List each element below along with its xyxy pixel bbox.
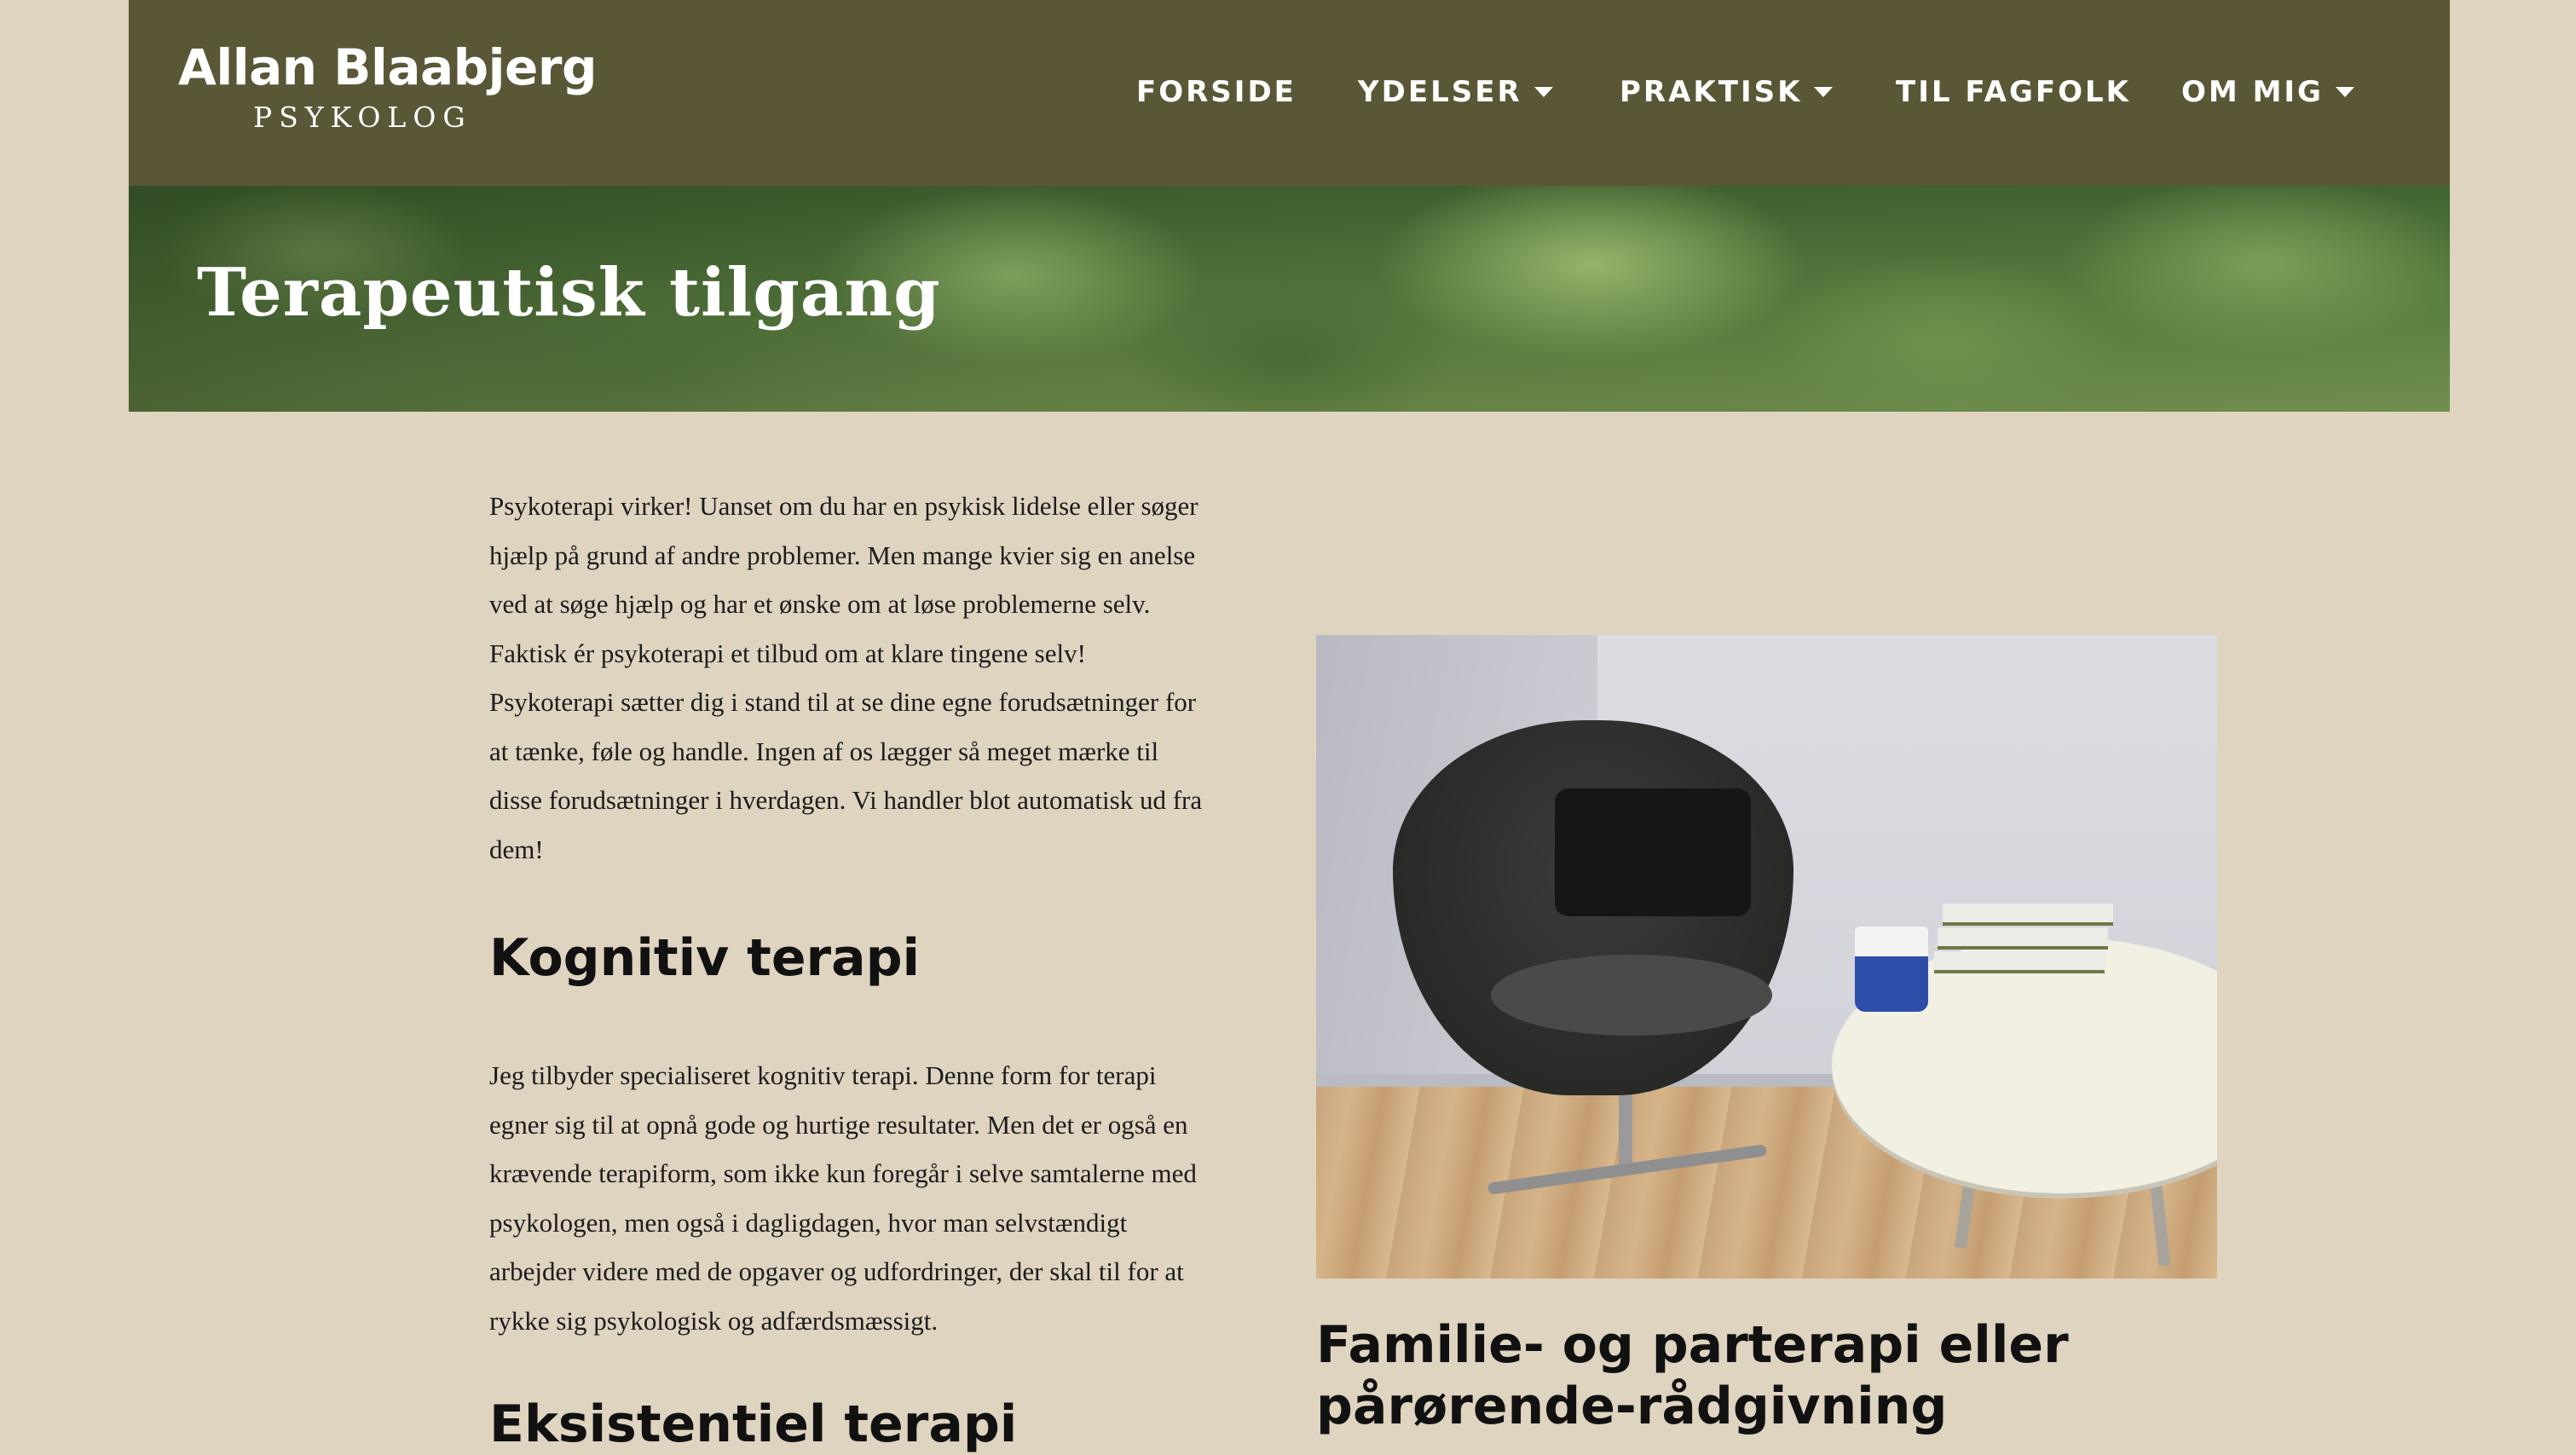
photo-book	[1943, 904, 2113, 926]
hero-banner: Terapeutisk tilgang	[129, 186, 2450, 412]
photo-chair-seat	[1491, 955, 1772, 1036]
photo-cup	[1855, 927, 1928, 1012]
section-paragraph-kognitiv-terapi: Jeg tilbyder specialiseret kognitiv tera…	[489, 1060, 1197, 1336]
nav-label: PRAKTISK	[1620, 75, 1803, 109]
chevron-down-icon	[1533, 87, 1553, 97]
section-heading-familie-parterapi: Familie- og parterapi eller pårørende-rå…	[1316, 1315, 2069, 1436]
top-navigation-bar: Allan Blaabjerg PSYKOLOG FORSIDE YDELSER…	[129, 0, 2450, 186]
section-heading-kognitiv-terapi: Kognitiv terapi	[489, 928, 921, 988]
nav-label: YDELSER	[1358, 75, 1522, 109]
photo-book	[1938, 927, 2108, 950]
main-nav: FORSIDE YDELSER PRAKTISK TIL FAGFOLK OM …	[129, 75, 2450, 113]
photo-pillow	[1555, 788, 1751, 916]
nav-item-til-fagfolk[interactable]: TIL FAGFOLK	[1896, 75, 2131, 109]
nav-label: OM MIG	[2181, 75, 2324, 109]
chevron-down-icon	[2335, 87, 2354, 97]
section-heading-eksistentiel-terapi: Eksistentiel terapi	[489, 1394, 1018, 1454]
photo-books	[1934, 904, 2113, 984]
page-title: Terapeutisk tilgang	[197, 254, 941, 332]
main-content: Psykoterapi virker! Uanset om du har en …	[489, 482, 1205, 1454]
nav-item-ydelser[interactable]: YDELSER	[1358, 75, 1553, 109]
intro-paragraph: Psykoterapi virker! Uanset om du har en …	[489, 491, 1203, 864]
chair-photo	[1316, 635, 2217, 1279]
photo-book	[1934, 951, 2105, 973]
nav-item-om-mig[interactable]: OM MIG	[2181, 75, 2354, 109]
nav-label: FORSIDE	[1136, 75, 1297, 109]
nav-item-forside[interactable]: FORSIDE	[1136, 75, 1297, 109]
chevron-down-icon	[1814, 87, 1834, 97]
nav-label: TIL FAGFOLK	[1896, 75, 2132, 109]
nav-item-praktisk[interactable]: PRAKTISK	[1620, 75, 1834, 109]
